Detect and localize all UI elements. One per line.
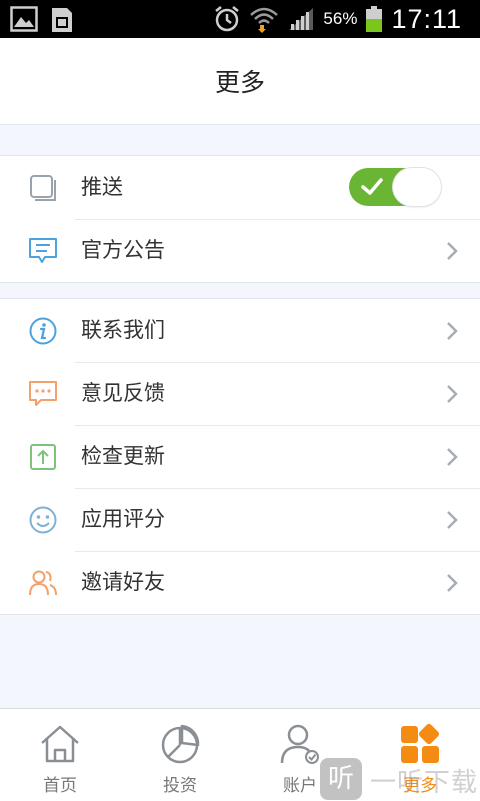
battery-icon	[366, 6, 383, 32]
settings-row-rating[interactable]: 应用评分	[0, 488, 480, 551]
watermark-badge: 听	[320, 758, 362, 800]
tab-home[interactable]: 首页	[0, 709, 120, 801]
smiley-icon	[29, 506, 57, 534]
settings-row-update[interactable]: 检查更新	[0, 425, 480, 488]
settings-row-feedback[interactable]: 意见反馈	[0, 362, 480, 425]
contact-label: 联系我们	[81, 318, 165, 342]
chevron-right-icon	[447, 511, 458, 529]
tab-invest[interactable]: 投资	[120, 709, 240, 801]
settings-row-invite[interactable]: 邀请好友	[0, 551, 480, 614]
battery-percent: 56%	[323, 9, 358, 28]
chevron-right-icon	[447, 322, 458, 340]
settings-row-announcement[interactable]: 官方公告	[0, 219, 480, 282]
push-label: 推送	[81, 175, 123, 199]
announcement-icon	[29, 238, 57, 263]
sim-card-icon	[52, 8, 72, 32]
home-icon	[41, 725, 79, 763]
page-header: 更多	[0, 38, 480, 125]
info-icon	[29, 317, 57, 345]
chevron-right-icon	[447, 574, 458, 592]
update-icon	[30, 444, 56, 470]
invite-friends-icon	[29, 570, 57, 596]
push-toggle[interactable]	[349, 168, 441, 206]
chevron-right-icon	[447, 448, 458, 466]
check-icon	[361, 178, 383, 195]
gallery-icon	[10, 6, 38, 32]
toggle-knob	[393, 168, 441, 206]
signal-icon	[289, 8, 314, 30]
announcement-label: 官方公告	[81, 238, 165, 262]
settings-row-contact[interactable]: 联系我们	[0, 299, 480, 362]
push-icon	[30, 175, 56, 201]
pie-chart-icon	[161, 724, 200, 764]
settings-row-push: 推送	[0, 156, 480, 219]
chevron-right-icon	[447, 242, 458, 260]
page-title: 更多	[214, 68, 265, 97]
tab-home-label: 首页	[43, 776, 77, 796]
tab-invest-label: 投资	[163, 776, 197, 796]
watermark: 听 一听下载	[320, 758, 480, 800]
wifi-icon	[250, 7, 279, 33]
account-icon	[280, 724, 319, 764]
feedback-icon	[29, 381, 57, 406]
feedback-label: 意见反馈	[81, 381, 165, 405]
rating-label: 应用评分	[81, 507, 165, 531]
settings-group-1: 推送 官方公告	[0, 155, 480, 283]
settings-group-2: 联系我们 意见反馈 检查更新 应用评分 邀请好友	[0, 298, 480, 615]
alarm-icon	[215, 6, 240, 32]
update-label: 检查更新	[81, 444, 165, 468]
invite-label: 邀请好友	[81, 570, 165, 594]
watermark-text: 一听下载	[370, 768, 479, 798]
status-bar: 56% 17:11	[0, 0, 480, 38]
clock: 17:11	[391, 3, 462, 34]
chevron-right-icon	[447, 385, 458, 403]
